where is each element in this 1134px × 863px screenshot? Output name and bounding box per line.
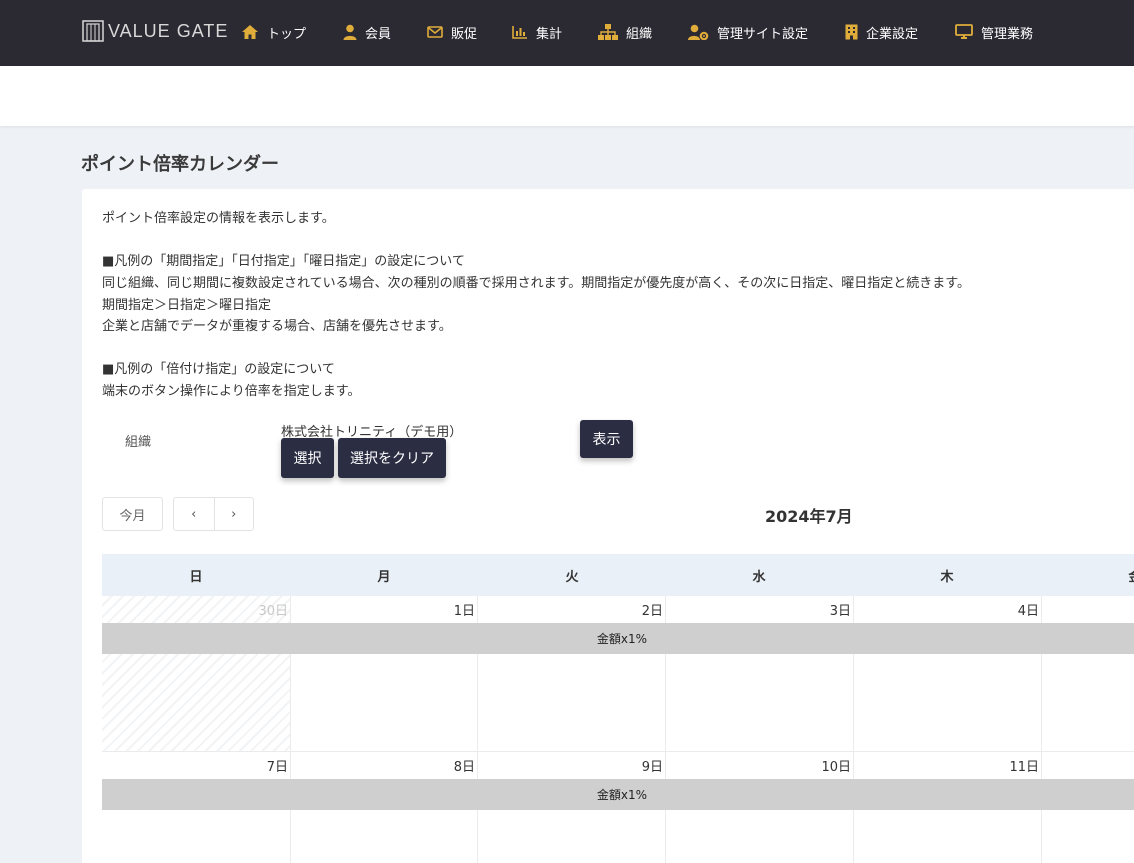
day-number: 3日: [829, 604, 851, 619]
day-number: 4日: [1017, 604, 1039, 619]
day-number: 11日: [1009, 760, 1039, 775]
home-icon: [242, 25, 258, 39]
weekday-mon: 月: [377, 569, 391, 585]
day-cell-jul-1[interactable]: 1日: [291, 596, 478, 752]
month-title: 2024年7月: [765, 507, 853, 526]
brand-name: VALUE GATE: [108, 20, 229, 41]
description-intro: ポイント倍率設定の情報を表示します。: [102, 211, 335, 226]
day-cell-jul-3[interactable]: 3日: [666, 596, 854, 752]
nav-item-promotion[interactable]: 販促: [427, 21, 477, 43]
sitemap-icon: [598, 24, 618, 40]
description-section1-line2: 期間指定＞日指定＞曜日指定: [102, 298, 272, 313]
top-navbar: VALUE GATE トップ 会員 販促 集計 組織 管理サイト設定 企業設定 …: [0, 0, 1134, 66]
sub-header-bar: [0, 66, 1134, 126]
brand-logo[interactable]: VALUE GATE: [82, 20, 228, 42]
bar-chart-icon: [512, 26, 527, 39]
show-button[interactable]: 表示: [580, 420, 633, 458]
nav-item-summary[interactable]: 集計: [512, 21, 562, 43]
user-icon: [343, 24, 357, 40]
next-month-button[interactable]: ›: [213, 498, 254, 530]
description-section1-line3: 企業と店舗でデータが重複する場合、店舗を優先させます。: [102, 319, 452, 334]
nav-item-admin-work[interactable]: 管理業務: [955, 21, 1033, 43]
day-number: 8日: [453, 760, 475, 775]
nav-item-admin-site-settings[interactable]: 管理サイト設定: [688, 21, 808, 43]
day-cell-jul-4[interactable]: 4日: [854, 596, 1042, 752]
description-section2-heading: ■凡例の「倍付け指定」の設定について: [102, 362, 335, 377]
nav-item-organization[interactable]: 組織: [598, 21, 652, 43]
description-section1-heading: ■凡例の「期間指定」「日付指定」「曜日指定」の設定について: [102, 254, 465, 269]
weekday-fri: 金: [1041, 554, 1134, 596]
nav-label-organization: 組織: [626, 26, 653, 42]
weekday-sun: 日: [189, 569, 203, 585]
day-number: 10日: [821, 760, 851, 775]
nav-label-top: トップ: [267, 26, 307, 42]
org-label: 組織: [125, 435, 152, 450]
day-cell-jun-30[interactable]: 30日: [102, 596, 291, 752]
nav-label-admin-site-settings: 管理サイト設定: [717, 26, 809, 42]
nav-item-company-settings[interactable]: 企業設定: [845, 21, 918, 43]
day-number: 2日: [641, 604, 663, 619]
description-section2-line1: 端末のボタン操作により倍率を指定します。: [102, 384, 361, 399]
weekday-tue: 火: [565, 569, 579, 585]
building-icon: [845, 24, 858, 40]
month-nav-group: ‹ ›: [173, 497, 254, 531]
nav-label-company-settings: 企業設定: [866, 26, 919, 42]
description-section1-line1: 同じ組織、同じ期間に複数設定されている場合、次の種別の順番で採用されます。期間指…: [102, 276, 971, 291]
day-cell-jul-5[interactable]: [1042, 596, 1134, 752]
nav-label-member: 会員: [365, 26, 392, 42]
calendar-event-bar[interactable]: 金額x1%: [102, 623, 1134, 654]
nav-label-admin-work: 管理業務: [981, 26, 1034, 42]
clear-selection-button[interactable]: 選択をクリア: [338, 438, 446, 478]
user-gear-icon: [688, 24, 709, 40]
gate-logo-icon: [82, 20, 104, 42]
day-cell-jul-2[interactable]: 2日: [478, 596, 666, 752]
weekday-thu: 木: [940, 569, 954, 585]
page-title: ポイント倍率カレンダー: [81, 154, 279, 175]
prev-month-button[interactable]: ‹: [174, 498, 214, 530]
current-month-button[interactable]: 今月: [102, 497, 163, 531]
nav-item-member[interactable]: 会員: [343, 21, 391, 43]
day-number: 30日: [258, 604, 288, 619]
nav-item-top[interactable]: トップ: [241, 21, 306, 43]
weekday-wed: 水: [752, 569, 766, 585]
nav-label-promotion: 販促: [451, 26, 478, 42]
day-number: 9日: [641, 760, 663, 775]
day-number: 1日: [453, 604, 475, 619]
nav-label-summary: 集計: [536, 26, 563, 42]
calendar-event-bar[interactable]: 金額x1%: [102, 779, 1134, 810]
calendar-header: 日 月 火 水 木 金: [102, 554, 1134, 596]
day-number: 7日: [266, 760, 288, 775]
envelope-icon: [427, 26, 443, 38]
monitor-icon: [955, 24, 973, 39]
select-org-button[interactable]: 選択: [281, 438, 334, 478]
